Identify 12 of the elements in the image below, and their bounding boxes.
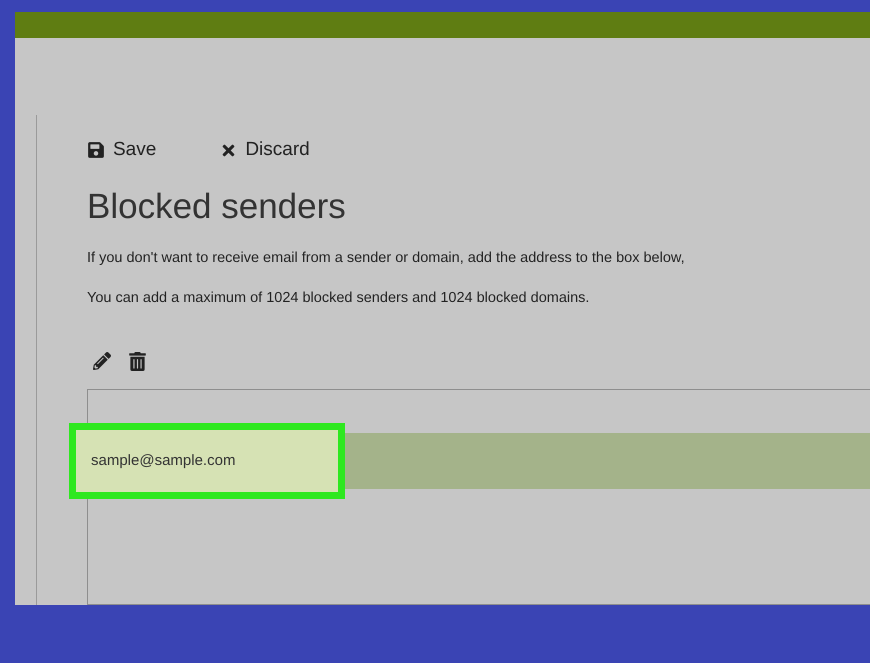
save-icon <box>87 141 105 160</box>
delete-button[interactable] <box>129 352 146 371</box>
description-text: You can add a maximum of 1024 blocked senders and 1024 blocked domains. <box>87 289 590 308</box>
edit-button[interactable] <box>93 352 111 371</box>
page-title: Blocked senders <box>87 186 347 228</box>
pencil-icon <box>93 352 111 370</box>
discard-button[interactable]: Discard <box>220 136 310 164</box>
description-text: If you don't want to receive email from a sender or domain, add the address to the box below, <box>87 249 686 268</box>
sender-address: sample@sample.com <box>91 450 236 470</box>
trash-icon <box>129 352 146 371</box>
close-icon <box>220 142 238 159</box>
save-button[interactable]: Save <box>87 136 156 164</box>
